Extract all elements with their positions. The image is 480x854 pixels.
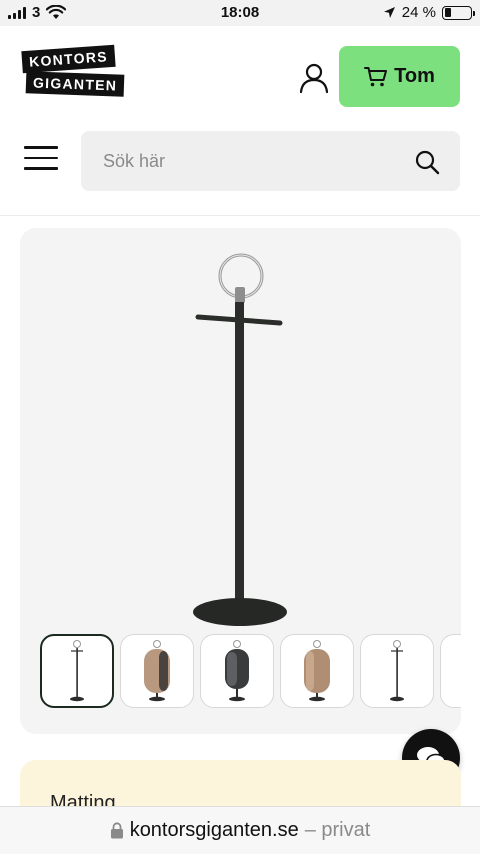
battery-percent: 24 % — [401, 4, 436, 21]
site-logo[interactable]: KONTORS GIGANTEN — [21, 44, 130, 104]
user-icon[interactable] — [296, 60, 332, 96]
thumbnail-mirror-partial[interactable] — [440, 634, 461, 708]
browser-url-bar[interactable]: kontorsgiganten.se – privat — [0, 806, 480, 854]
cart-label: Tom — [394, 65, 435, 87]
logo-text-line2: GIGANTEN — [25, 71, 125, 97]
search-placeholder: Sök här — [103, 151, 166, 171]
logo-text-line1: KONTORS — [21, 44, 116, 74]
thumbnail-mirror-rattan[interactable] — [120, 634, 194, 708]
location-arrow-icon — [383, 7, 395, 18]
battery-icon — [442, 5, 475, 20]
cart-button[interactable]: Tom — [339, 46, 460, 107]
site-header: KONTORS GIGANTEN Tom Sök här — [0, 26, 480, 216]
product-image[interactable] — [180, 242, 300, 634]
url-domain: kontorsgiganten.se — [129, 819, 299, 841]
lock-icon — [110, 822, 123, 839]
search-input[interactable]: Sök här — [81, 131, 460, 191]
url-private-label: – privat — [304, 819, 371, 841]
thumbnail-strip — [40, 634, 461, 710]
hamburger-menu-icon[interactable] — [24, 146, 58, 174]
thumbnail-mirror-rattan-2[interactable] — [280, 634, 354, 708]
product-gallery — [20, 228, 461, 734]
thumbnail-coat-stand-2[interactable] — [360, 634, 434, 708]
search-icon[interactable] — [414, 149, 440, 175]
thumbnail-mirror-dark[interactable] — [200, 634, 274, 708]
status-bar: 3 18:08 24 % — [0, 0, 480, 26]
thumbnail-coat-stand-active[interactable] — [40, 634, 114, 708]
status-right: 24 % — [383, 4, 475, 21]
cart-icon — [364, 66, 388, 86]
